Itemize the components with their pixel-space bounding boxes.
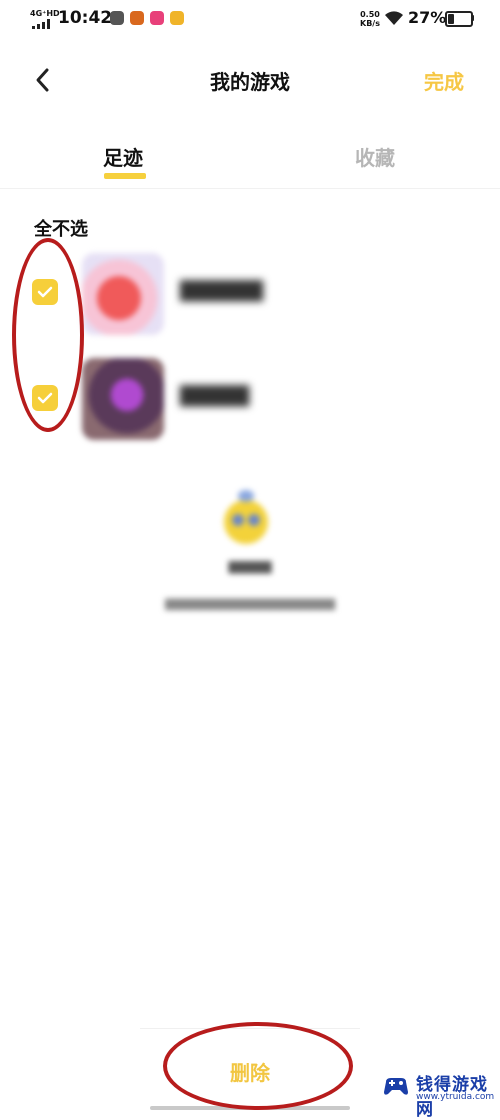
list-item[interactable]: ██████: [0, 245, 500, 345]
app-notification-icon: [130, 11, 144, 25]
home-indicator: [150, 1106, 350, 1110]
network-speed-unit: KB/s: [360, 19, 380, 28]
empty-state-title: ▆▆▆▆: [228, 558, 272, 574]
game-thumbnail: [82, 358, 164, 440]
watermark-url: www.ytruida.com: [416, 1092, 495, 1102]
clock: 10:42: [58, 8, 113, 28]
weibo-icon: [170, 11, 184, 25]
active-tab-indicator: [104, 173, 146, 179]
divider: [140, 1028, 360, 1029]
notification-icons: [110, 11, 184, 25]
network-indicator: 4G⁺HD: [30, 9, 60, 18]
mascot-icon: [224, 490, 268, 544]
battery-percent: 27%: [408, 8, 447, 27]
game-thumbnail: [82, 253, 164, 335]
game-name: █████: [180, 386, 250, 407]
watermark: 钱得游戏网 www.ytruida.com: [382, 1068, 497, 1120]
divider: [0, 188, 500, 189]
checkbox-checked[interactable]: [32, 385, 58, 411]
tab-footprint[interactable]: 足迹: [103, 142, 143, 171]
check-icon: [37, 286, 53, 298]
gamepad-icon: [384, 1078, 408, 1095]
tab-favorites[interactable]: 收藏: [355, 142, 395, 171]
battery-tip: [472, 15, 474, 21]
list-item[interactable]: █████: [0, 352, 500, 452]
battery-level: [448, 14, 454, 24]
network-speed-value: 0.50: [360, 10, 380, 19]
network-speed: 0.50 KB/s: [360, 10, 380, 28]
app-notification-icon: [150, 11, 164, 25]
signal-icon: [32, 19, 50, 29]
battery-icon: [445, 11, 473, 27]
status-bar: 4G⁺HD 10:42 0.50 KB/s 27%: [0, 0, 500, 40]
wifi-icon: [385, 11, 403, 25]
checkbox-checked[interactable]: [32, 279, 58, 305]
app-notification-icon: [110, 11, 124, 25]
check-icon: [37, 392, 53, 404]
done-button[interactable]: 完成: [424, 66, 464, 95]
game-name: ██████: [180, 281, 264, 302]
select-all-toggle[interactable]: 全不选: [34, 215, 88, 241]
empty-state-subtitle: ▆▆▆▆▆▆▆▆▆▆▆▆▆▆▆▆▆: [165, 596, 335, 611]
